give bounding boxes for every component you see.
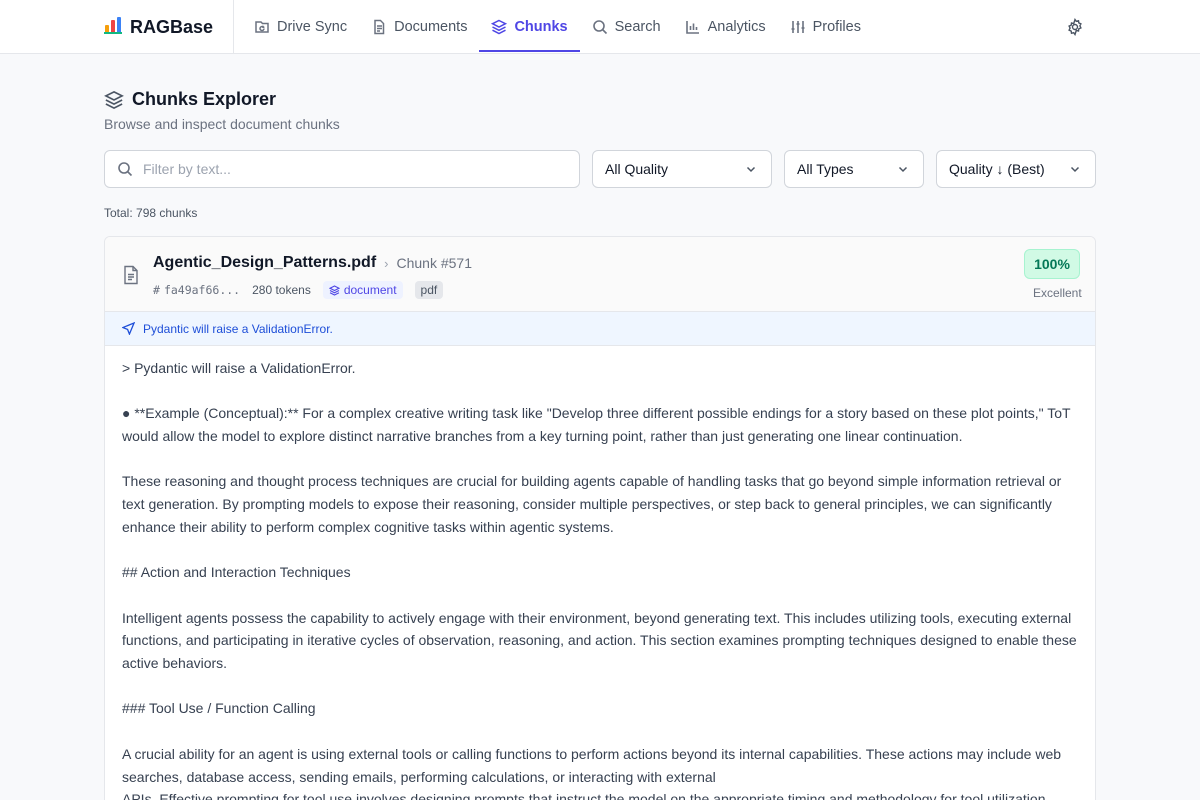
chunk-number: Chunk #571: [396, 255, 473, 271]
app-logo-icon: [104, 16, 122, 39]
content-paragraph: ● **Example (Conceptual):** For a comple…: [122, 405, 1071, 445]
layers-icon: [104, 90, 124, 109]
top-navbar: RAGBase Drive Sync Documents Chunks Sear…: [0, 0, 1200, 54]
summary-text: Pydantic will raise a ValidationError.: [143, 321, 333, 336]
type-badge-label: document: [343, 283, 397, 297]
chunk-content: > Pydantic will raise a ValidationError.…: [122, 357, 1082, 800]
chunk-title-line: Agentic_Design_Patterns.pdf › Chunk #571: [153, 254, 472, 272]
chevron-down-icon: [1070, 166, 1080, 173]
select-value: All Types: [797, 161, 854, 177]
bar-chart-icon: [685, 21, 699, 34]
chevron-down-icon: [746, 166, 756, 173]
quality-filter-select[interactable]: All Quality: [592, 150, 772, 188]
document-icon: [374, 19, 385, 35]
chunk-card[interactable]: Agentic_Design_Patterns.pdf › Chunk #571…: [104, 236, 1096, 800]
drive-sync-icon: [255, 21, 269, 33]
sort-select[interactable]: Quality ↓ (Best): [936, 150, 1096, 188]
page-title-text: Chunks Explorer: [132, 89, 277, 109]
token-count: 280 tokens: [252, 283, 311, 297]
chunk-card-header: Agentic_Design_Patterns.pdf › Chunk #571…: [105, 237, 1095, 312]
chunk-hash: # fa49af66...: [153, 283, 240, 297]
file-icon: [124, 265, 138, 285]
content-paragraph: ## Action and Interaction Techniques: [122, 564, 351, 581]
main-nav: Drive Sync Documents Chunks Search Analy…: [242, 0, 873, 54]
content-paragraph: Intelligent agents possess the capabilit…: [122, 609, 1077, 672]
nav-documents[interactable]: Documents: [359, 0, 479, 54]
nav-drive-sync[interactable]: Drive Sync: [242, 0, 359, 54]
page-title: Chunks Explorer: [104, 89, 276, 110]
brand-divider: [233, 0, 234, 54]
nav-chunks[interactable]: Chunks: [479, 0, 580, 54]
chunk-summary: Pydantic will raise a ValidationError.: [105, 312, 1095, 346]
type-badge: document: [322, 281, 403, 299]
type-filter-select[interactable]: All Types: [784, 150, 924, 188]
chevron-right-icon: ›: [384, 255, 389, 271]
content-paragraph: ### Tool Use / Function Calling: [122, 700, 316, 717]
content-paragraph: > Pydantic will raise a ValidationError.: [122, 360, 356, 376]
app-name: RAGBase: [130, 16, 214, 37]
select-value: Quality ↓ (Best): [949, 161, 1045, 177]
nav-profiles[interactable]: Profiles: [778, 0, 873, 54]
brand[interactable]: RAGBase: [104, 0, 213, 54]
filter-search-box[interactable]: [104, 150, 580, 188]
select-value: All Quality: [605, 161, 669, 177]
chunk-meta: # fa49af66... 280 tokens document pdf: [153, 281, 444, 299]
nav-label: Chunks: [514, 19, 568, 35]
hash-value: fa49af66...: [163, 283, 241, 297]
content-paragraph: These reasoning and thought process tech…: [122, 473, 1062, 535]
search-icon: [592, 20, 607, 35]
nav-analytics[interactable]: Analytics: [673, 0, 778, 54]
nav-label: Search: [614, 19, 661, 35]
nav-label: Analytics: [707, 19, 766, 35]
format-badge: pdf: [414, 281, 444, 299]
quality-score-label: Excellent: [1033, 286, 1082, 300]
nav-label: Drive Sync: [277, 19, 348, 35]
total-count: Total: 798 chunks: [104, 206, 198, 220]
quality-score-badge: 100%: [1024, 249, 1080, 279]
filter-text-input[interactable]: [143, 161, 543, 177]
nav-label: Profiles: [812, 19, 861, 35]
settings-gear-icon[interactable]: [1066, 18, 1084, 36]
navigation-arrow-icon: [122, 322, 135, 335]
nav-label: Documents: [394, 19, 468, 35]
search-icon: [118, 162, 133, 177]
hash-icon: #: [153, 283, 160, 297]
nav-search[interactable]: Search: [580, 0, 673, 54]
layers-icon: [491, 19, 508, 35]
file-name[interactable]: Agentic_Design_Patterns.pdf: [153, 254, 376, 272]
page-subtitle: Browse and inspect document chunks: [104, 116, 340, 132]
sliders-icon: [791, 21, 805, 33]
chevron-down-icon: [898, 166, 908, 173]
layers-icon: [328, 284, 340, 296]
content-paragraph: A crucial ability for an agent is using …: [122, 745, 1062, 800]
